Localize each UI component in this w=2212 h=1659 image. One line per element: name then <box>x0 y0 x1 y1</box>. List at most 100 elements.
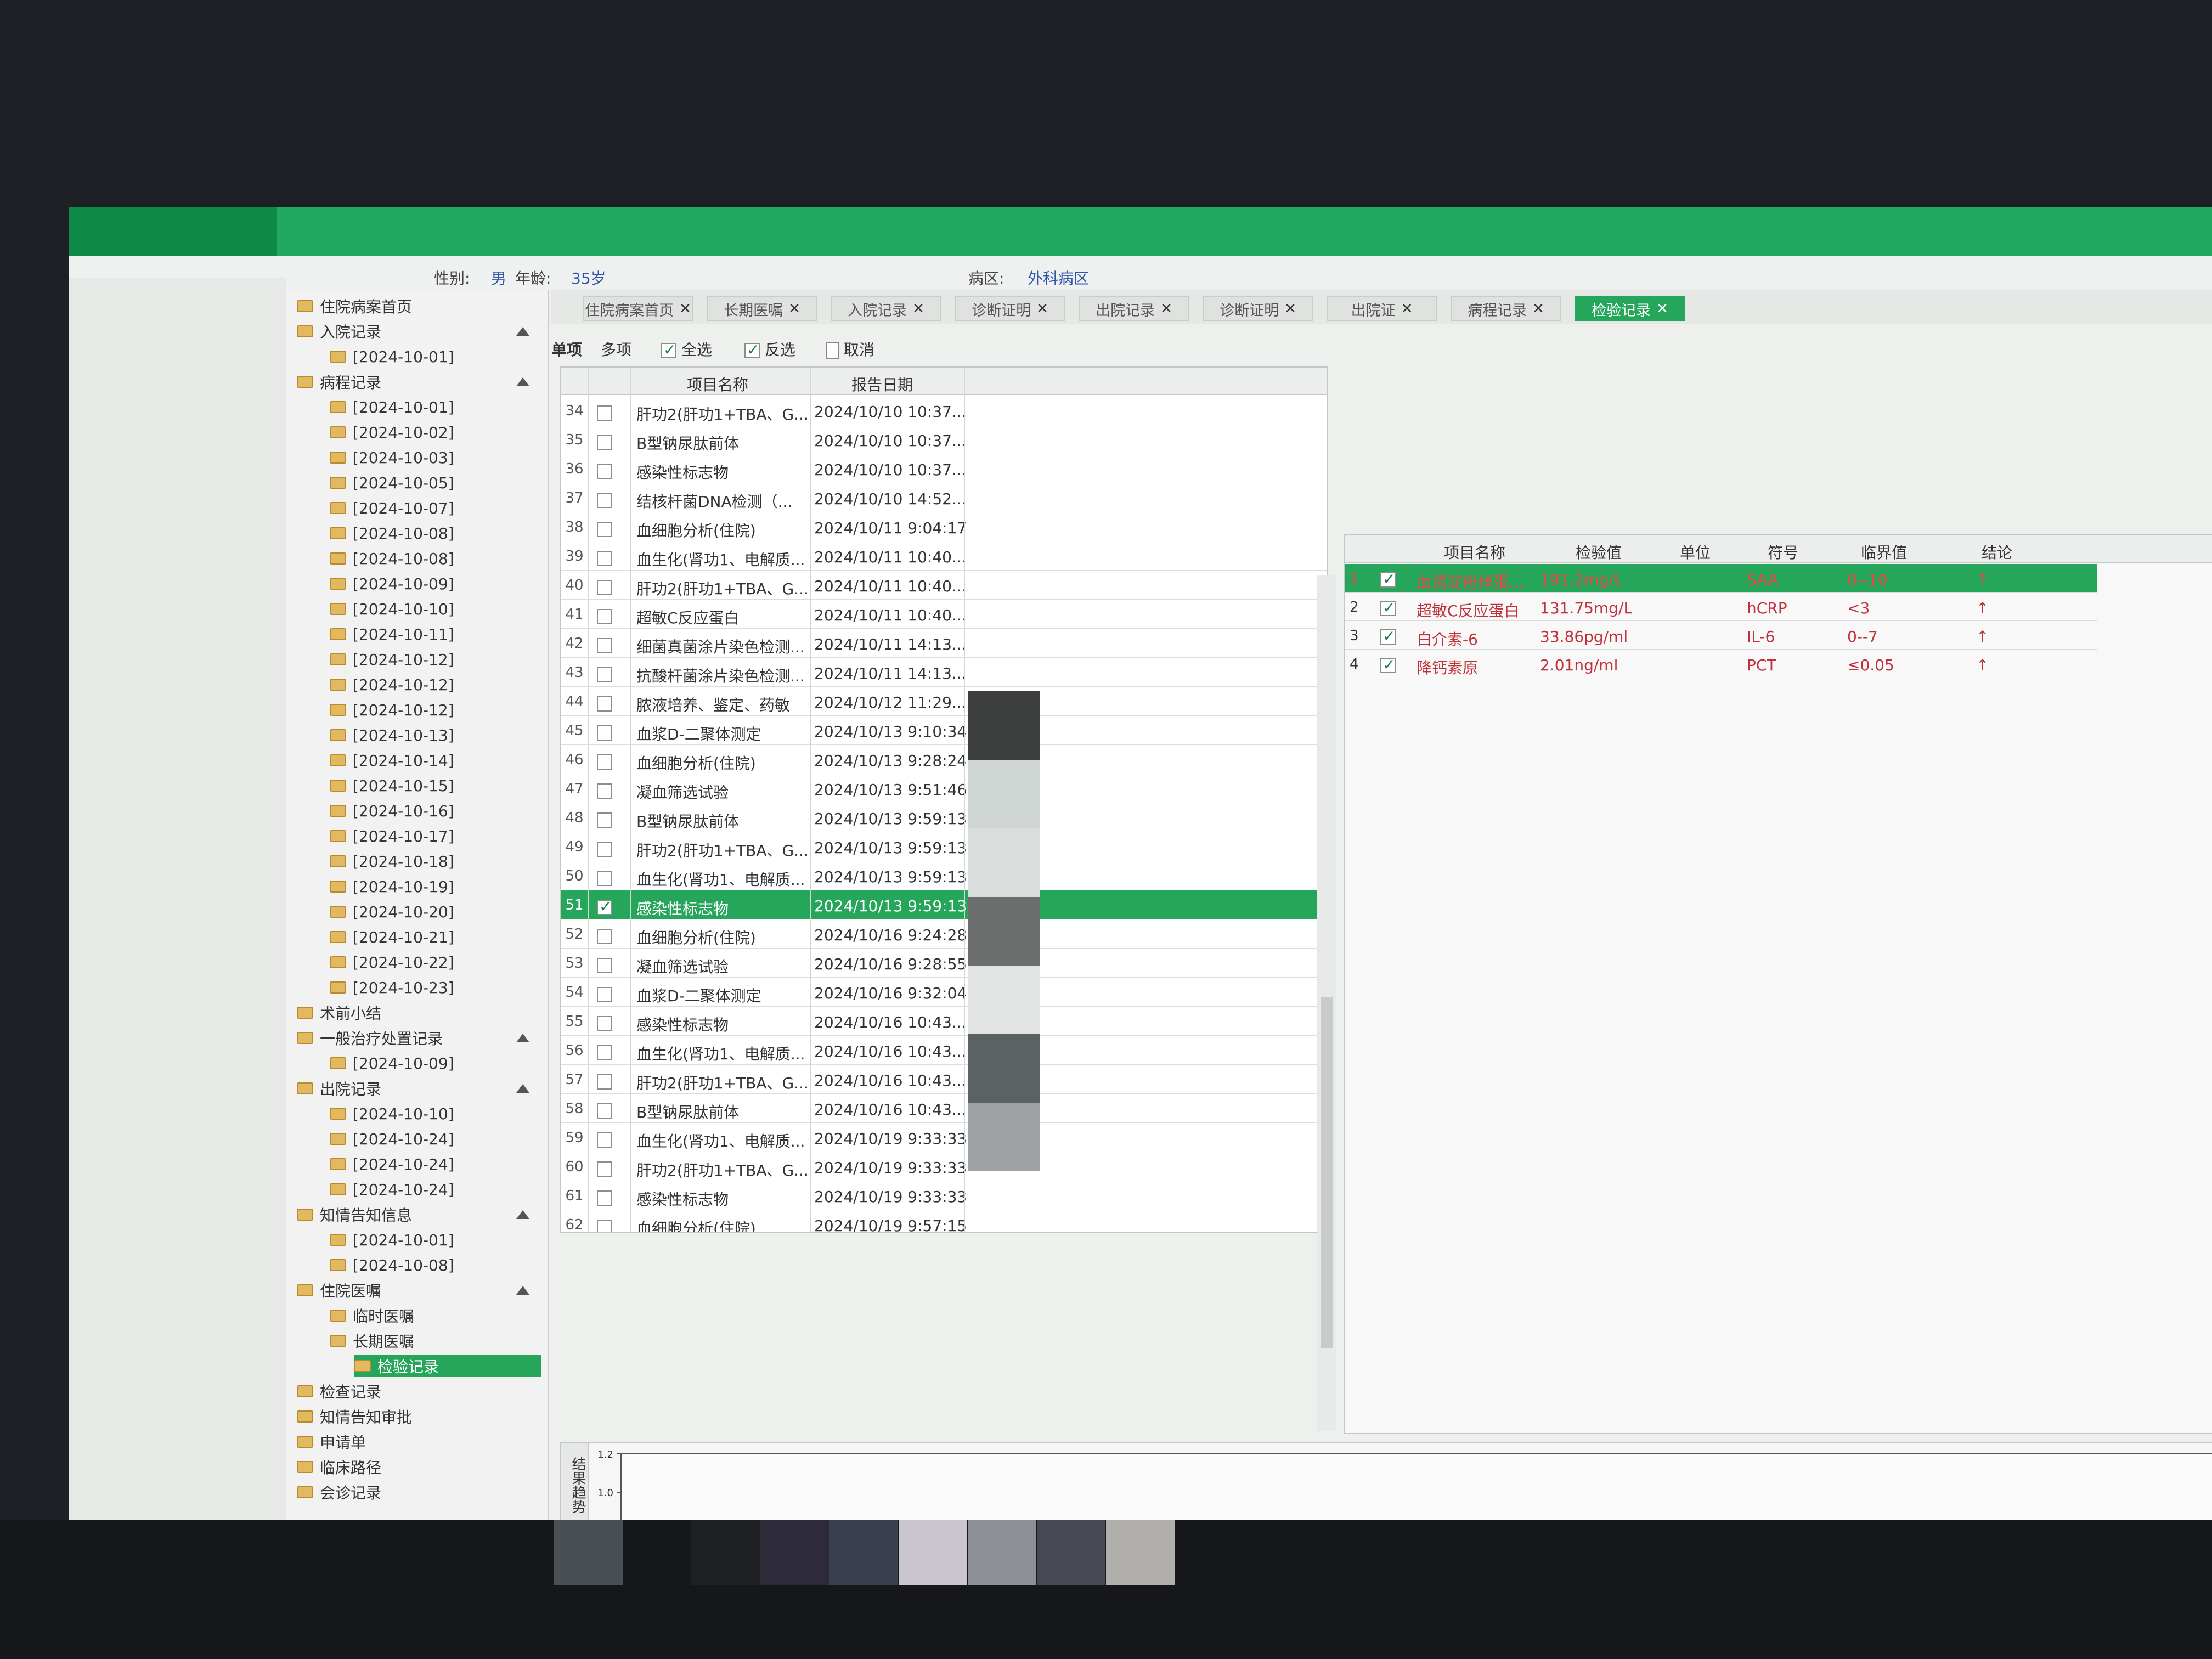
taskbar-app-icon[interactable] <box>899 1520 967 1585</box>
table-row[interactable]: 58 B型钠尿肽前体 2024/10/16 10:43... <box>561 1094 1327 1123</box>
sidebar-item[interactable]: [2024-10-24] <box>330 1153 454 1175</box>
row-checkbox[interactable] <box>1380 570 1396 588</box>
sidebar-item[interactable]: [2024-10-14] <box>330 749 454 771</box>
row-checkbox[interactable] <box>597 1217 612 1232</box>
row-checkbox[interactable] <box>597 956 612 974</box>
sidebar-item[interactable]: 临时医嘱 <box>330 1305 414 1327</box>
tab-6[interactable]: 出院证 ✕ <box>1327 296 1437 321</box>
sidebar-item[interactable]: [2024-10-08] <box>330 522 454 544</box>
sidebar-item[interactable]: [2024-10-17] <box>330 825 454 847</box>
sidebar-item[interactable]: [2024-10-12] <box>330 648 454 670</box>
table-row[interactable]: 46 血细胞分析(住院) 2024/10/13 9:28:24 <box>561 745 1327 774</box>
table-row[interactable]: 42 细菌真菌涂片染色检测... 2024/10/11 14:13... <box>561 629 1327 658</box>
sidebar-item[interactable]: [2024-10-07] <box>330 497 454 519</box>
tab-8[interactable]: 检验记录 ✕ <box>1575 296 1685 321</box>
table-row[interactable]: 62 血细胞分析(住院) 2024/10/19 9:57:15 <box>561 1210 1327 1232</box>
table-row[interactable]: 61 感染性标志物 2024/10/19 9:33:33 <box>561 1181 1327 1210</box>
row-checkbox[interactable] <box>597 868 612 887</box>
table-row[interactable]: 38 血细胞分析(住院) 2024/10/11 9:04:17 <box>561 512 1327 541</box>
taskbar-app-icon[interactable] <box>1037 1520 1105 1585</box>
table-row[interactable]: 45 血浆D-二聚体测定 2024/10/13 9:10:34 <box>561 716 1327 745</box>
sidebar-item[interactable]: 术前小结 <box>297 1002 381 1024</box>
sidebar-item[interactable]: [2024-10-03] <box>330 447 454 469</box>
table-row[interactable]: 41 超敏C反应蛋白 2024/10/11 10:40... <box>561 600 1327 629</box>
sidebar-item[interactable]: [2024-10-01] <box>330 396 454 418</box>
collapse-arrow-icon[interactable] <box>516 1286 529 1295</box>
record-tree-sidebar[interactable]: 住院病案首页 入院记录 [2024-10-01] 病程记录 [2024-10-01] [2… <box>286 290 549 1520</box>
row-checkbox[interactable] <box>1380 627 1396 645</box>
sidebar-item[interactable]: 出院记录 <box>297 1077 381 1099</box>
invert-button[interactable]: 反选 <box>744 338 795 360</box>
taskbar-app-icon[interactable] <box>1106 1520 1175 1585</box>
table-row[interactable]: 47 凝血筛选试验 2024/10/13 9:51:46 <box>561 774 1327 803</box>
row-checkbox[interactable] <box>597 403 612 421</box>
sidebar-item[interactable]: 会诊记录 <box>297 1481 381 1503</box>
close-icon[interactable]: ✕ <box>1532 301 1544 317</box>
trend-tab[interactable]: 结果趋势 <box>561 1443 589 1520</box>
sidebar-item[interactable]: [2024-10-23] <box>330 977 454 998</box>
sidebar-item[interactable]: [2024-10-13] <box>330 724 454 746</box>
sidebar-item[interactable]: [2024-10-10] <box>330 598 454 620</box>
single-mode-button[interactable]: 单项 <box>551 338 582 360</box>
row-checkbox[interactable] <box>597 927 612 945</box>
sidebar-item[interactable]: [2024-10-01] <box>330 346 454 368</box>
row-checkbox[interactable] <box>1380 599 1396 617</box>
sidebar-item[interactable]: [2024-10-24] <box>330 1128 454 1150</box>
tab-3[interactable]: 诊断证明 ✕ <box>955 296 1065 321</box>
sidebar-item[interactable]: [2024-10-12] <box>330 674 454 696</box>
row-checkbox[interactable] <box>597 810 612 828</box>
sidebar-item[interactable]: [2024-10-01] <box>330 1229 454 1251</box>
result-row[interactable]: 3 白介素-6 33.86pg/ml IL-6 0--7 ↑ <box>1345 621 2097 650</box>
row-checkbox[interactable] <box>597 1014 612 1032</box>
sidebar-item[interactable]: 病程记录 <box>297 371 381 393</box>
row-checkbox[interactable] <box>597 839 612 857</box>
close-icon[interactable]: ✕ <box>1284 301 1296 317</box>
taskbar-app-icon[interactable] <box>830 1520 898 1585</box>
sidebar-item[interactable]: [2024-10-08] <box>330 548 454 569</box>
sidebar-item[interactable]: 检查记录 <box>297 1380 381 1402</box>
taskbar-app-icon[interactable] <box>691 1520 760 1585</box>
sidebar-item[interactable]: 检验记录 <box>354 1355 541 1377</box>
row-checkbox[interactable] <box>597 1188 612 1206</box>
collapse-arrow-icon[interactable] <box>516 1210 529 1219</box>
sidebar-item[interactable]: 住院病案首页 <box>297 295 412 317</box>
table-row[interactable]: 39 血生化(肾功1、电解质... 2024/10/11 10:40... <box>561 541 1327 571</box>
cancel-button[interactable]: 取消 <box>826 338 874 360</box>
result-row[interactable]: 4 降钙素原 2.01ng/ml PCT ≤0.05 ↑ <box>1345 650 2097 678</box>
row-checkbox[interactable] <box>1380 656 1396 674</box>
sidebar-item[interactable]: [2024-10-19] <box>330 876 454 898</box>
row-checkbox[interactable] <box>597 490 612 509</box>
table-row[interactable]: 55 感染性标志物 2024/10/16 10:43... <box>561 1007 1327 1036</box>
table-row[interactable]: 37 结核杆菌DNA检测（... 2024/10/10 14:52... <box>561 483 1327 512</box>
sidebar-item[interactable]: 知情告知信息 <box>297 1204 412 1226</box>
sidebar-item[interactable]: [2024-10-24] <box>330 1178 454 1200</box>
sidebar-item[interactable]: 长期医嘱 <box>330 1330 414 1352</box>
row-checkbox[interactable] <box>597 520 612 538</box>
tab-7[interactable]: 病程记录 ✕ <box>1451 296 1561 321</box>
close-icon[interactable]: ✕ <box>1160 301 1172 317</box>
sidebar-item[interactable]: [2024-10-20] <box>330 901 454 923</box>
sidebar-item[interactable]: [2024-10-21] <box>330 926 454 948</box>
close-icon[interactable]: ✕ <box>1656 301 1668 317</box>
table-row[interactable]: 56 血生化(肾功1、电解质... 2024/10/16 10:43... <box>561 1036 1327 1065</box>
sidebar-item[interactable]: 入院记录 <box>297 320 381 342</box>
table-row[interactable]: 34 肝功2(肝功1+TBA、G... 2024/10/10 10:37... <box>561 396 1327 425</box>
sidebar-item[interactable]: [2024-10-08] <box>330 1254 454 1276</box>
collapse-arrow-icon[interactable] <box>516 1084 529 1093</box>
table-row[interactable]: 35 B型钠尿肽前体 2024/10/10 10:37... <box>561 425 1327 454</box>
close-icon[interactable]: ✕ <box>788 301 800 317</box>
sidebar-item[interactable]: [2024-10-05] <box>330 472 454 494</box>
row-checkbox[interactable] <box>597 723 612 741</box>
taskbar-app-icon[interactable] <box>554 1520 623 1585</box>
tab-0[interactable]: 住院病案首页 ✕ <box>583 296 693 321</box>
row-checkbox[interactable] <box>597 1101 612 1119</box>
row-checkbox[interactable] <box>597 985 612 1003</box>
sidebar-item[interactable]: 临床路径 <box>297 1456 381 1478</box>
table-row[interactable]: 59 血生化(肾功1、电解质... 2024/10/19 9:33:33 <box>561 1123 1327 1152</box>
taskbar-app-icon[interactable] <box>968 1520 1036 1585</box>
row-checkbox[interactable] <box>597 607 612 625</box>
tab-4[interactable]: 出院记录 ✕ <box>1079 296 1189 321</box>
collapse-arrow-icon[interactable] <box>516 327 529 336</box>
taskbar-app-icon[interactable] <box>760 1520 829 1585</box>
table-row[interactable]: 51 感染性标志物 2024/10/13 9:59:13 <box>561 890 1327 919</box>
